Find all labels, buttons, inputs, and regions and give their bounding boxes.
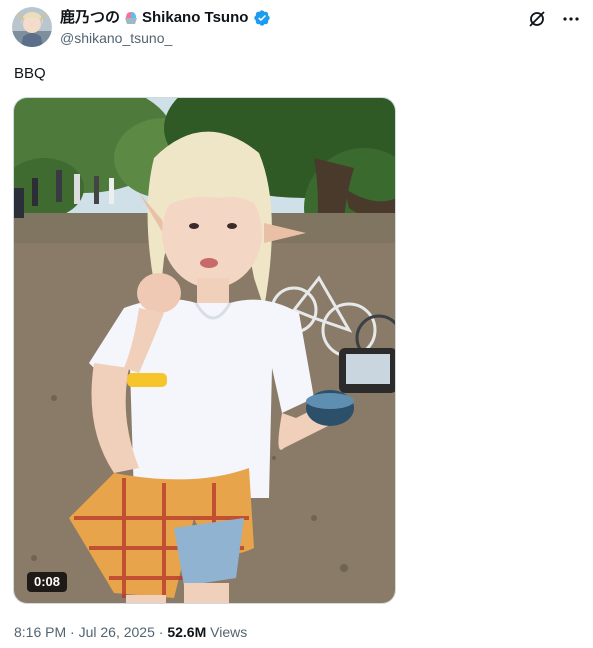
tweet-text: BBQ xyxy=(14,65,46,82)
views-label: Views xyxy=(210,624,248,640)
tweet-meta: 8:16 PM · Jul 26, 2025 · 52.6M Views xyxy=(14,622,247,642)
views-count: 52.6M xyxy=(167,624,207,640)
tweet: 鹿乃つの Shikano Tsuno @shikano_tsuno_ BBQ 0… xyxy=(0,0,593,648)
display-name-row[interactable]: 鹿乃つの Shikano Tsuno xyxy=(60,8,271,28)
tweet-date: Jul 26, 2025 xyxy=(78,624,155,640)
display-name-jp[interactable]: 鹿乃つの xyxy=(60,8,120,28)
more-dots-icon[interactable] xyxy=(561,9,581,29)
shaved-ice-emoji xyxy=(123,10,139,26)
tweet-timestamp-link[interactable]: 8:16 PM · Jul 26, 2025 xyxy=(14,624,155,640)
top-actions xyxy=(527,9,581,29)
display-name-en[interactable]: Shikano Tsuno xyxy=(142,8,248,28)
author-handle[interactable]: @shikano_tsuno_ xyxy=(60,29,172,47)
video-thumbnail xyxy=(14,98,395,603)
tweet-time: 8:16 PM xyxy=(14,624,67,640)
grok-icon[interactable] xyxy=(527,9,547,29)
verified-badge-icon[interactable] xyxy=(253,9,271,27)
meta-separator: · xyxy=(70,624,75,640)
video-player[interactable]: 0:08 xyxy=(13,97,396,604)
avatar[interactable] xyxy=(12,7,52,47)
video-duration-badge: 0:08 xyxy=(27,572,68,592)
meta-separator-2: · xyxy=(158,624,164,640)
